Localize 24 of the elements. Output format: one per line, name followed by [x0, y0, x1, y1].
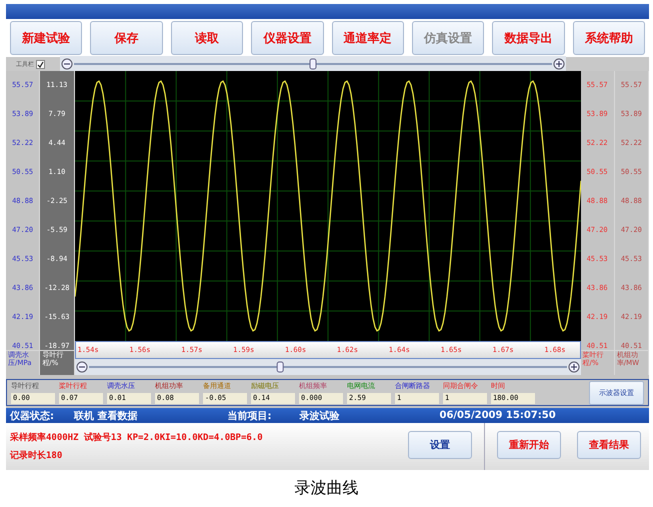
checkmark-icon	[37, 60, 44, 68]
toolbar-button[interactable]: 保存	[90, 21, 163, 55]
slider-thumb[interactable]	[276, 362, 284, 372]
action-button[interactable]: 查看结果	[577, 431, 641, 459]
info-text: 记录时长180	[10, 449, 64, 462]
toolbar-button[interactable]: 读取	[170, 21, 244, 55]
toolbar-button[interactable]: 通道率定	[332, 21, 404, 55]
toolbar-button[interactable]: 新建试验	[10, 21, 82, 55]
zoom-slider[interactable]	[60, 56, 566, 72]
toolbar-button[interactable]: 数据导出	[492, 21, 565, 55]
zoom-out-icon[interactable]	[76, 362, 87, 372]
status-bar: 仪器状态: 联机 查看数据 当前项目: 录波试验 06/05/2009 15:07:50	[6, 408, 649, 423]
zoom-slider[interactable]	[74, 359, 580, 375]
action-button[interactable]: 重新开始	[497, 431, 561, 459]
figure-caption: 录波曲线	[294, 478, 358, 499]
zoom-out-icon[interactable]	[62, 58, 72, 70]
zoom-in-icon[interactable]	[568, 362, 579, 372]
toolbar-button[interactable]: 系统帮助	[572, 21, 645, 55]
slider-thumb[interactable]	[310, 58, 316, 70]
toolbar-button[interactable]: 仪器设置	[251, 21, 324, 55]
info-text: 采样频率4000HZ 试验号13 KP=2.0KI=10.0KD=4.0BP=6.0	[10, 431, 264, 444]
action-button[interactable]: 设置	[408, 431, 472, 459]
zoom-in-icon[interactable]	[554, 58, 564, 70]
checkbox[interactable]	[36, 60, 45, 68]
